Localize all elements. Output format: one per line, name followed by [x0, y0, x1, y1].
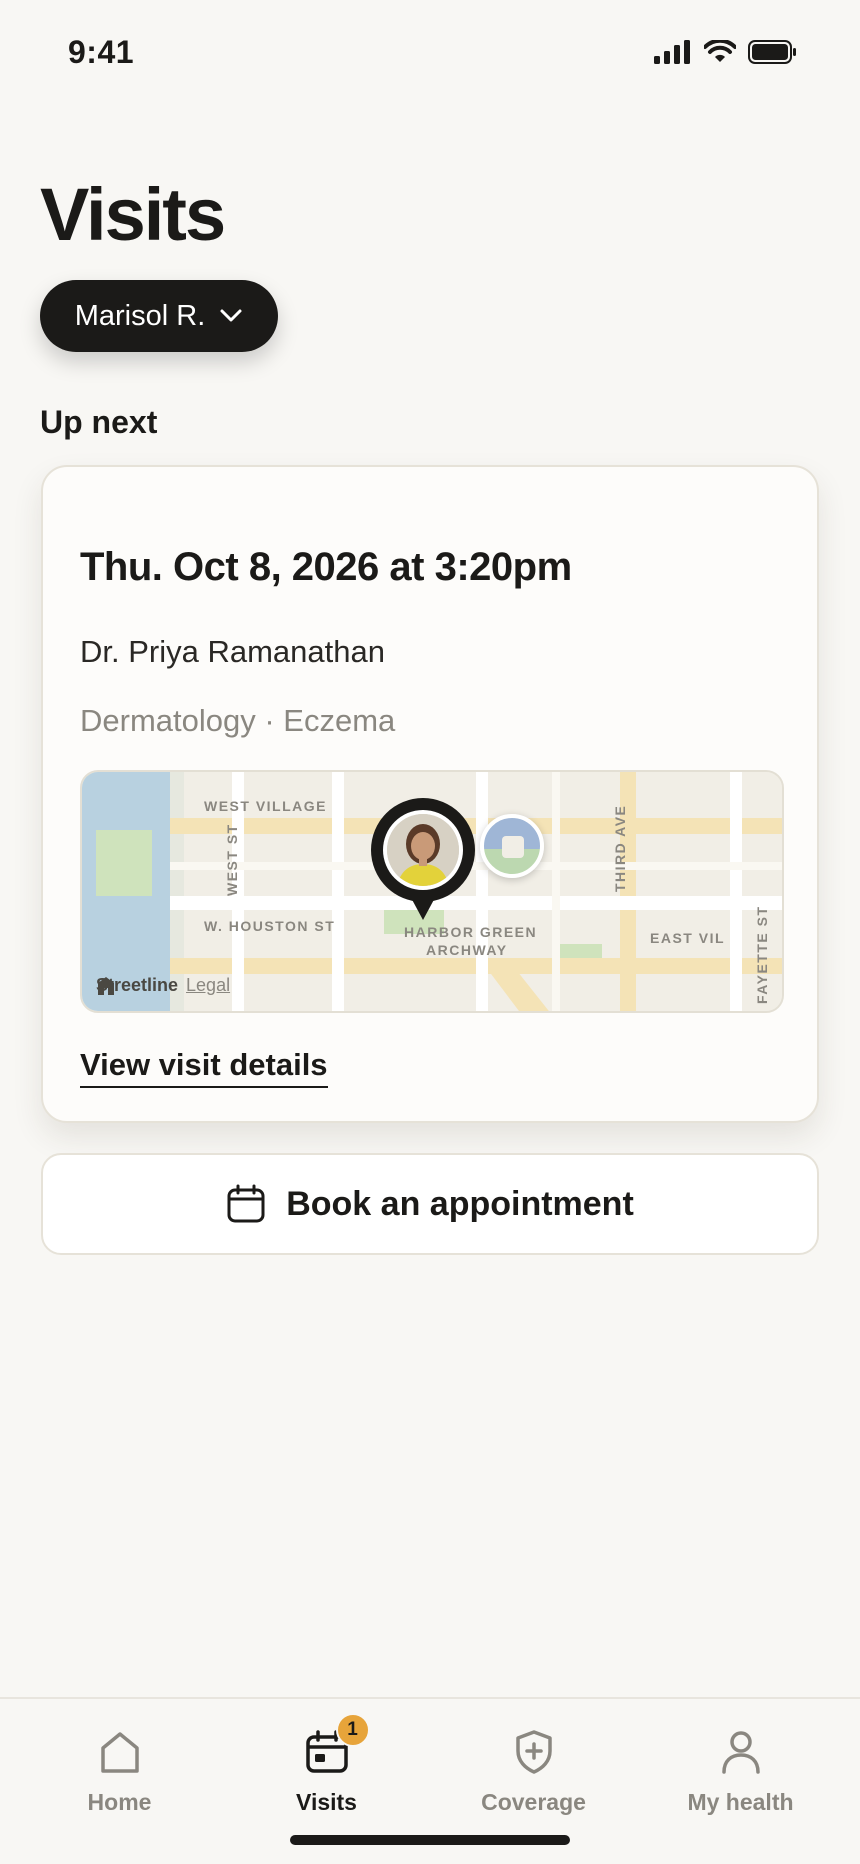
- visit-datetime: Thu. Oct 8, 2026 at 3:20pm: [80, 545, 572, 589]
- tab-my-health[interactable]: My health: [633, 1699, 848, 1829]
- map-label-fayette-st: FAYETTE ST: [754, 905, 770, 1004]
- book-appointment-button[interactable]: Book an appointment: [41, 1153, 819, 1255]
- home-indicator: [290, 1835, 570, 1845]
- tab-coverage-label: Coverage: [481, 1789, 586, 1815]
- tab-home-label: Home: [87, 1789, 152, 1815]
- shield-plus-icon: [511, 1729, 557, 1775]
- calendar-icon: [227, 1184, 265, 1223]
- map-label-east-vil: EAST VIL: [650, 930, 726, 946]
- map-label-west-village: WEST VILLAGE: [204, 798, 327, 814]
- map-attribution: Streetline Legal: [96, 975, 230, 996]
- tab-visits-label: Visits: [296, 1789, 357, 1815]
- home-icon: [97, 1729, 143, 1775]
- section-label-up-next: Up next: [40, 404, 158, 440]
- tab-visits[interactable]: 1 Visits: [219, 1699, 434, 1829]
- calendar-icon: 1: [304, 1713, 370, 1775]
- provider-location-pin[interactable]: [371, 798, 475, 930]
- doctor-name: Dr. Priya Ramanathan: [80, 634, 385, 669]
- battery-icon: [748, 40, 796, 64]
- person-icon: [718, 1729, 764, 1775]
- person-name: Marisol R.: [74, 299, 206, 332]
- signal-icon: [654, 40, 690, 64]
- map-label-archway: ARCHWAY: [426, 942, 508, 958]
- current-location-marker: [480, 814, 544, 878]
- view-visit-details-link[interactable]: View visit details: [80, 1047, 328, 1088]
- tab-home[interactable]: Home: [12, 1699, 227, 1829]
- map-label-houston: W. HOUSTON ST: [204, 918, 336, 934]
- visit-specialty: Dermatology · Eczema: [80, 703, 396, 738]
- wifi-icon: [704, 40, 736, 62]
- page-title: Visits: [40, 173, 226, 256]
- map-label-west-st: WEST ST: [224, 823, 240, 896]
- visits-badge: 1: [335, 1713, 370, 1747]
- doctor-avatar: [387, 814, 459, 886]
- status-time: 9:41: [68, 34, 135, 70]
- upcoming-visit-card: Thu. Oct 8, 2026 at 3:20pm Dr. Priya Ram…: [41, 465, 819, 1123]
- person-selector[interactable]: Marisol R.: [40, 280, 278, 352]
- map-label-third-ave: THIRD AVE: [612, 804, 628, 892]
- book-appointment-label: Book an appointment: [286, 1184, 634, 1223]
- location-map[interactable]: WEST VILLAGE WEST ST W. HOUSTON ST HARBO…: [80, 770, 784, 1013]
- status-bar: 9:41: [0, 0, 860, 110]
- status-icons: [654, 40, 798, 64]
- map-legal-link[interactable]: Legal: [186, 975, 230, 996]
- tab-coverage[interactable]: Coverage: [426, 1699, 641, 1829]
- streetline-logo-icon: [98, 977, 114, 995]
- chevron-down-icon: [220, 309, 242, 322]
- tab-my-health-label: My health: [687, 1789, 794, 1815]
